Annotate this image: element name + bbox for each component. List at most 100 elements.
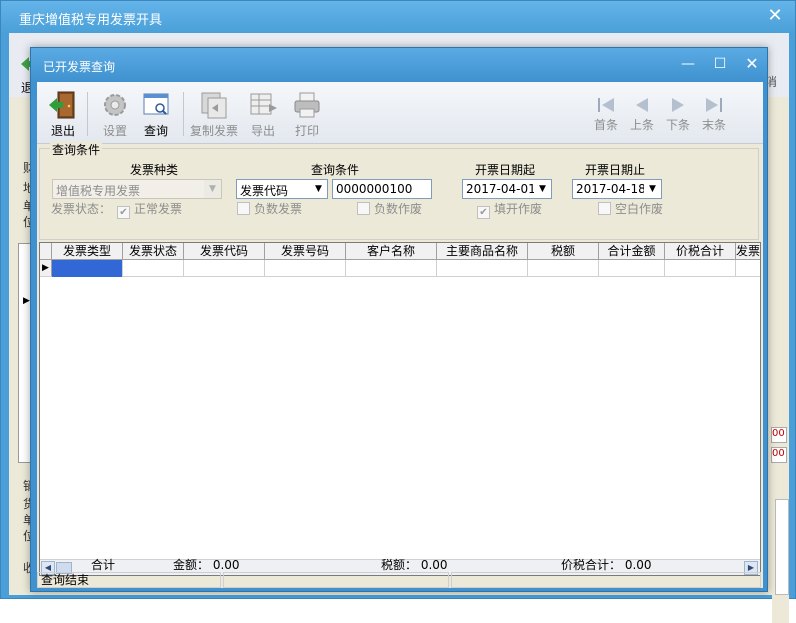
query-conditions-group: 查询条件 发票种类 增值税专用发票 ▼ 查询条件 发票代码 ▼ 00000001… — [39, 141, 759, 240]
status-pane — [223, 572, 449, 588]
next-record-button[interactable]: 下条 — [660, 96, 696, 136]
status-negative-checkbox[interactable]: 负数发票 — [237, 200, 302, 220]
invoice-type-value: 增值税专用发票 — [56, 184, 141, 198]
invoice-type-label: 发票种类 — [129, 163, 178, 177]
status-negative-void-checkbox[interactable]: 负数作废 — [357, 200, 422, 220]
status-filled-void-checkbox[interactable]: ✔ 填开作废 — [477, 200, 542, 220]
invoice-status-filter: 发票状态： ✔ 正常发票 负数发票 负数作废 ✔ 填开作废 空白作废 — [43, 200, 759, 220]
chevron-down-icon: ▼ — [204, 180, 221, 198]
chevron-down-icon: ▼ — [534, 180, 551, 198]
status-normal-label: 正常发票 — [134, 202, 183, 216]
last-record-button[interactable]: 末条 — [696, 96, 732, 136]
column-header[interactable]: 价税合计 — [665, 243, 736, 260]
date-to-value: 2017-04-18 — [576, 182, 646, 196]
search-window-icon — [143, 93, 169, 115]
last-record-label: 末条 — [701, 118, 726, 132]
table-cell[interactable] — [665, 260, 736, 277]
gear-icon — [104, 94, 126, 116]
status-blank-void-label: 空白作废 — [615, 202, 664, 216]
table-cell[interactable] — [528, 260, 599, 277]
copy-invoice-button[interactable]: 复制发票 — [189, 90, 239, 140]
status-blank-void-checkbox[interactable]: 空白作废 — [598, 200, 663, 220]
settings-button[interactable]: 设置 — [93, 90, 137, 140]
table-cell[interactable] — [346, 260, 437, 277]
exit-button[interactable]: 退出 — [41, 90, 85, 140]
status-message: 查询结束 — [37, 572, 221, 588]
totals-label: 合计 — [91, 558, 116, 572]
column-header[interactable]: 发票类型 — [52, 243, 123, 260]
column-header[interactable]: 发票代 — [736, 243, 760, 260]
dialog-title: 已开发票查询 — [43, 60, 116, 74]
dialog-client-area: 退出 设置 查询 复制发票 导出 打印 首条 上条 下条 末条 查询条件 发票种… — [37, 82, 763, 588]
query-group-title: 查询条件 — [50, 141, 103, 158]
exit-door-icon — [49, 91, 75, 119]
status-negative-label: 负数发票 — [254, 202, 303, 216]
toolbar-separator — [183, 92, 184, 136]
print-button[interactable]: 打印 — [285, 90, 329, 140]
table-cell[interactable] — [184, 260, 265, 277]
total-amount: 金额： 0.00 — [173, 558, 240, 572]
background-red-value: 00 — [771, 427, 787, 443]
status-pane — [451, 572, 761, 588]
first-record-button[interactable]: 首条 — [588, 96, 624, 136]
table-row[interactable] — [40, 260, 760, 277]
settings-label: 设置 — [102, 124, 127, 138]
grid-corner — [40, 243, 52, 260]
column-header[interactable]: 发票号码 — [265, 243, 346, 260]
export-button[interactable]: 导出 — [241, 90, 285, 140]
minimize-icon[interactable]: — — [673, 53, 703, 75]
toolbar-separator — [87, 92, 88, 136]
checkbox-checked-icon: ✔ — [477, 206, 490, 219]
grid-header: 发票类型 发票状态 发票代码 发票号码 客户名称 主要商品名称 税额 合计金额 … — [40, 243, 760, 260]
checkbox-empty-icon — [357, 202, 370, 215]
table-cell[interactable] — [437, 260, 528, 277]
invoice-grid[interactable]: 发票类型 发票状态 发票代码 发票号码 客户名称 主要商品名称 税额 合计金额 … — [39, 242, 761, 576]
column-header[interactable]: 发票代码 — [184, 243, 265, 260]
background-red-value: 00 — [771, 447, 787, 463]
status-normal-checkbox[interactable]: ✔ 正常发票 — [117, 200, 182, 220]
next-record-icon — [672, 98, 684, 112]
background-titlebar: 重庆增值税专用发票开具 ✕ — [1, 1, 795, 33]
query-button[interactable]: 查询 — [134, 90, 178, 140]
first-record-icon — [598, 98, 614, 112]
column-header[interactable]: 发票状态 — [123, 243, 184, 260]
previous-record-icon — [636, 98, 648, 112]
close-icon[interactable]: ✕ — [737, 53, 767, 75]
column-header[interactable]: 合计金额 — [599, 243, 665, 260]
table-cell[interactable] — [265, 260, 346, 277]
next-record-label: 下条 — [665, 118, 690, 132]
condition-value-input[interactable]: 0000000100 — [332, 179, 432, 199]
toolbar: 退出 设置 查询 复制发票 导出 打印 首条 上条 下条 末条 — [37, 82, 763, 144]
condition-label: 查询条件 — [310, 163, 359, 177]
column-header[interactable]: 主要商品名称 — [437, 243, 528, 260]
date-to-label: 开票日期止 — [584, 163, 645, 177]
copy-icon — [201, 92, 227, 119]
last-record-icon — [706, 98, 722, 112]
row-pointer-icon: ▶ — [23, 296, 30, 306]
table-cell[interactable] — [599, 260, 665, 277]
column-header[interactable]: 客户名称 — [346, 243, 437, 260]
printer-icon — [294, 92, 320, 118]
chevron-down-icon: ▼ — [644, 180, 661, 198]
print-label: 打印 — [294, 124, 319, 138]
invoice-type-select[interactable]: 增值税专用发票 ▼ — [52, 179, 222, 199]
table-cell-selected[interactable] — [52, 260, 123, 277]
export-label: 导出 — [250, 124, 275, 138]
chevron-down-icon: ▼ — [310, 180, 327, 198]
checkbox-empty-icon — [598, 202, 611, 215]
dialog-titlebar[interactable]: 已开发票查询 — ☐ ✕ — [31, 48, 767, 82]
date-from-picker[interactable]: 2017-04-01 ▼ — [462, 179, 552, 199]
maximize-icon[interactable]: ☐ — [705, 53, 735, 75]
previous-record-button[interactable]: 上条 — [624, 96, 660, 136]
condition-field-value: 发票代码 — [240, 184, 289, 198]
background-scrollbar[interactable] — [775, 499, 789, 595]
table-cell[interactable] — [123, 260, 184, 277]
date-from-value: 2017-04-01 — [466, 182, 536, 196]
first-record-label: 首条 — [593, 118, 618, 132]
export-table-icon — [250, 93, 277, 115]
background-close-icon[interactable]: ✕ — [763, 5, 787, 27]
column-header[interactable]: 税额 — [528, 243, 599, 260]
date-to-picker[interactable]: 2017-04-18 ▼ — [572, 179, 662, 199]
total-tax: 税额： 0.00 — [381, 558, 448, 572]
condition-field-select[interactable]: 发票代码 ▼ — [236, 179, 328, 199]
